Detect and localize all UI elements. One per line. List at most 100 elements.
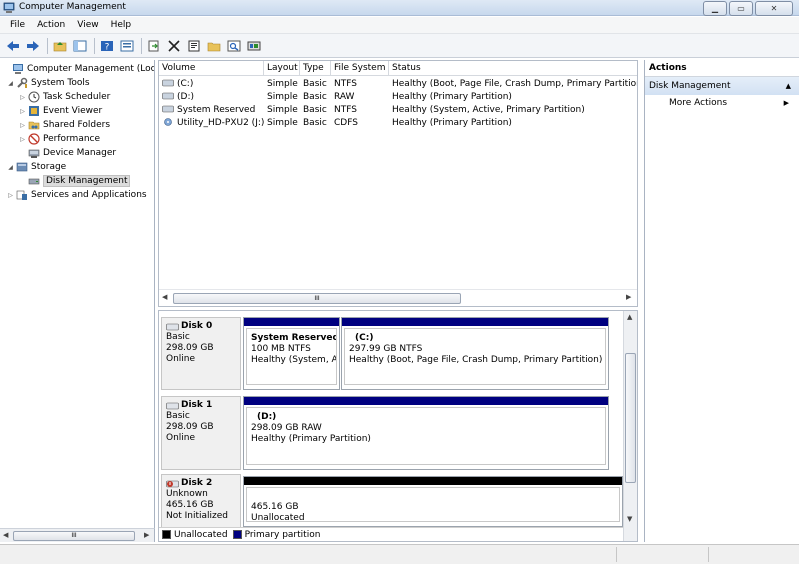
close-button[interactable]: ✕: [755, 1, 793, 16]
rescan-icon: [247, 41, 261, 50]
file-system-cell: RAW: [334, 92, 355, 102]
disk-1-info[interactable]: Disk 1 Basic 298.09 GB Online: [161, 396, 241, 470]
partition-unallocated[interactable]: 465.16 GB Unallocated: [243, 476, 623, 527]
tree-horizontal-scrollbar[interactable]: ◀ III ▶: [0, 528, 155, 542]
properties-sheet-button[interactable]: [185, 37, 203, 55]
forward-button[interactable]: [24, 37, 42, 55]
performance-icon: [28, 133, 40, 145]
properties-button[interactable]: [118, 37, 136, 55]
tree-item-services-and-applications[interactable]: ▷ Services and Applications: [6, 188, 147, 202]
disk-name: Disk 2: [181, 478, 213, 488]
scroll-down-icon[interactable]: ▼: [627, 515, 632, 523]
status-cell: Healthy (System, Active, Primary Partiti…: [392, 105, 585, 115]
file-system-cell: CDFS: [334, 118, 358, 128]
tree-item-label: Task Scheduler: [43, 92, 111, 102]
back-button[interactable]: [4, 37, 22, 55]
tree-item-label: Event Viewer: [43, 106, 103, 116]
table-row[interactable]: (C:) Simple Basic NTFS Healthy (Boot, Pa…: [159, 78, 637, 91]
table-row[interactable]: Utility_HD-PXU2 (J:) Simple Basic CDFS H…: [159, 117, 637, 130]
toolbar-separator: [94, 37, 95, 54]
disk-size: 298.09 GB: [166, 343, 214, 353]
rescan-button[interactable]: [245, 37, 263, 55]
column-header-status[interactable]: Status: [389, 61, 637, 76]
column-header-volume[interactable]: Volume: [159, 61, 264, 76]
show-hide-tree-button[interactable]: [71, 37, 89, 55]
scroll-up-icon[interactable]: ▲: [627, 313, 632, 321]
search-button[interactable]: [225, 37, 243, 55]
disk-type: Basic: [166, 411, 190, 421]
drive-icon: [162, 105, 174, 113]
back-arrow-icon: [7, 40, 19, 51]
scroll-right-icon[interactable]: ▶: [144, 531, 149, 539]
volume-name: (C:): [177, 79, 194, 89]
scroll-thumb[interactable]: III: [13, 531, 135, 541]
export-button[interactable]: [145, 37, 163, 55]
column-header-type[interactable]: Type: [300, 61, 331, 76]
expand-triangle-icon: ▷: [20, 121, 25, 129]
more-actions-item[interactable]: More Actions ▶: [645, 95, 799, 111]
tree-item-system-tools[interactable]: ◢ System Tools: [6, 76, 90, 90]
table-row[interactable]: System Reserved Simple Basic NTFS Health…: [159, 104, 637, 117]
volume-list-horizontal-scrollbar[interactable]: ◀ III ▶: [159, 289, 637, 306]
window-title: Computer Management: [19, 2, 126, 12]
help-button[interactable]: ?: [98, 37, 116, 55]
tree-item-event-viewer[interactable]: ▷ Event Viewer: [18, 104, 102, 118]
scroll-thumb[interactable]: [625, 353, 636, 483]
properties-icon: [120, 40, 134, 51]
menu-view[interactable]: View: [71, 20, 104, 30]
disk-name-row: Disk 0: [166, 321, 236, 332]
tree-item-computer-management[interactable]: Computer Management (Local: [2, 62, 154, 76]
tree-item-label: System Tools: [31, 78, 90, 88]
partition-system-reserved[interactable]: System Reserved 100 MB NTFS Healthy (Sys…: [243, 317, 340, 390]
partition-status: Healthy (Primary Partition): [251, 434, 371, 444]
legend-unallocated: Unallocated: [162, 530, 228, 540]
partition-status: Healthy (Boot, Page File, Crash Dump, Pr…: [349, 355, 603, 365]
scroll-right-icon[interactable]: ▶: [626, 293, 631, 301]
expand-triangle-icon: ▷: [20, 135, 25, 143]
menu-file[interactable]: File: [4, 20, 31, 30]
tree-item-performance[interactable]: ▷ Performance: [18, 132, 100, 146]
legend-label: Primary partition: [244, 529, 321, 540]
volume-cell: System Reserved: [159, 104, 264, 117]
menu-action[interactable]: Action: [31, 20, 71, 30]
disk-2-info[interactable]: Disk 2 Unknown 465.16 GB Not Initialized: [161, 474, 241, 529]
status-cell: Healthy (Boot, Page File, Crash Dump, Pr…: [392, 79, 637, 89]
tools-icon: [17, 77, 28, 88]
services-icon: [16, 190, 27, 200]
table-row[interactable]: (D:) Simple Basic RAW Healthy (Primary P…: [159, 91, 637, 104]
menu-help[interactable]: Help: [105, 20, 138, 30]
partition-d[interactable]: (D:) 298.09 GB RAW Healthy (Primary Part…: [243, 396, 609, 470]
minimize-icon: ▁: [711, 4, 719, 13]
tree-item-label: Disk Management: [43, 175, 131, 187]
partition-title: (C:): [355, 333, 374, 343]
device-manager-icon: [28, 149, 40, 158]
column-header-file-system[interactable]: File System: [331, 61, 389, 76]
computer-management-icon: [13, 64, 23, 74]
open-button[interactable]: [205, 37, 223, 55]
tree-item-disk-management[interactable]: Disk Management: [27, 174, 131, 188]
partition-c[interactable]: (C:) 297.99 GB NTFS Healthy (Boot, Page …: [341, 317, 609, 390]
delete-button[interactable]: [165, 37, 183, 55]
tree-item-storage[interactable]: ◢ Storage: [6, 160, 66, 174]
scroll-left-icon[interactable]: ◀: [162, 293, 167, 301]
disk-map-vertical-scrollbar[interactable]: ▲ ▼: [623, 311, 637, 541]
column-header-layout[interactable]: Layout: [264, 61, 300, 76]
disk-size: 465.16 GB: [166, 500, 214, 510]
tree-item-label: Storage: [31, 162, 67, 172]
maximize-button[interactable]: ▭: [729, 1, 753, 16]
scroll-left-icon[interactable]: ◀: [3, 531, 8, 539]
actions-section-disk-management[interactable]: Disk Management ▲: [645, 77, 799, 95]
minimize-button[interactable]: ▁: [703, 1, 727, 16]
partition-status: Unallocated: [251, 513, 305, 522]
drive-icon: [162, 92, 174, 100]
tree-item-shared-folders[interactable]: ▷ Shared Folders: [18, 118, 110, 132]
disk-0-info[interactable]: Disk 0 Basic 298.09 GB Online: [161, 317, 241, 390]
scroll-thumb[interactable]: III: [173, 293, 461, 304]
up-button[interactable]: [51, 37, 69, 55]
tree-item-device-manager[interactable]: Device Manager: [27, 146, 116, 160]
delete-icon: [168, 39, 180, 52]
disk-type: Basic: [166, 332, 190, 342]
partition-body: (C:) 297.99 GB NTFS Healthy (Boot, Page …: [344, 328, 606, 385]
tree-item-task-scheduler[interactable]: ▷ Task Scheduler: [18, 90, 110, 104]
legend-swatch: [232, 530, 242, 539]
